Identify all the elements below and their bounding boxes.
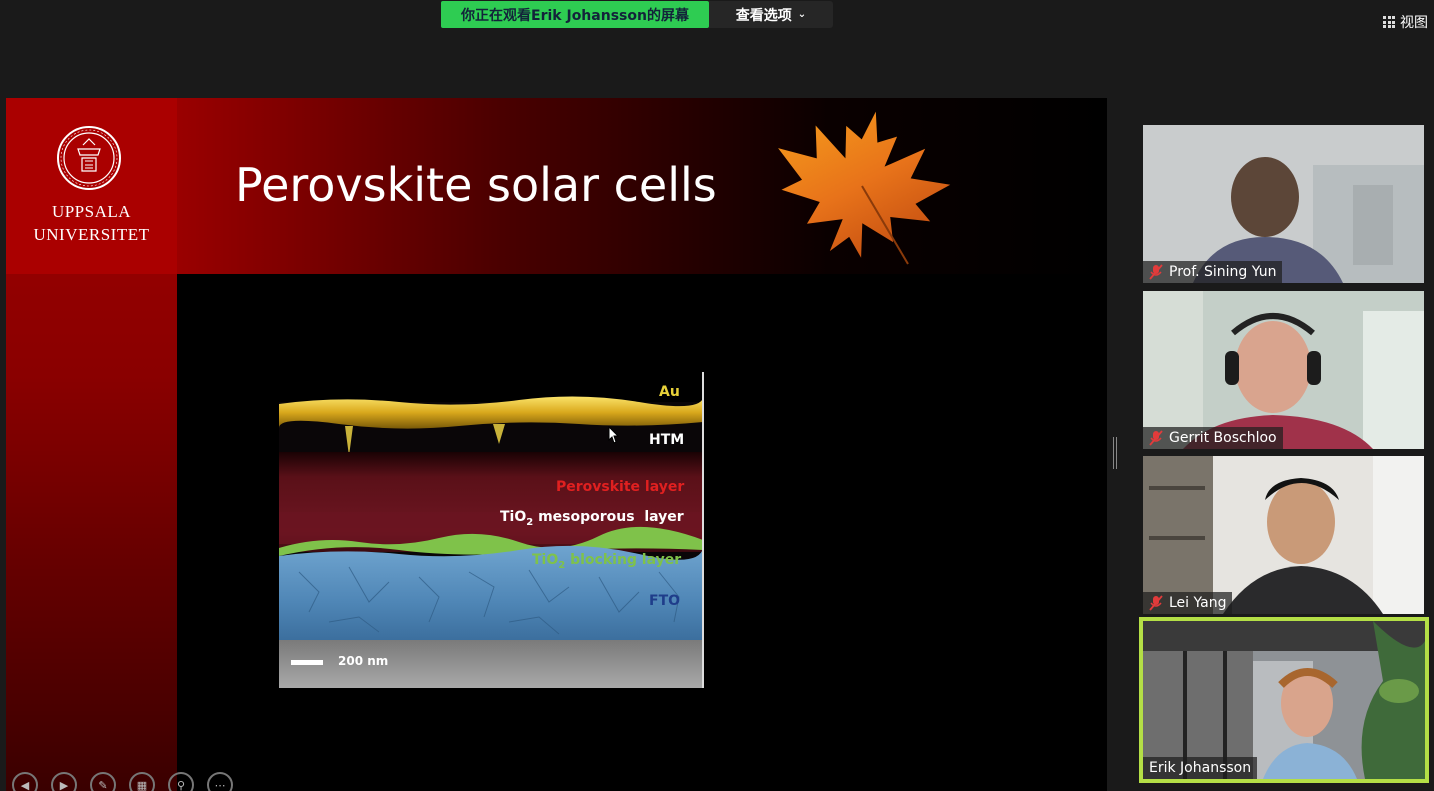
- participant-name: Prof. Sining Yun: [1169, 264, 1277, 280]
- sem-image-edge: [702, 372, 704, 688]
- sem-layers-graphic: [279, 372, 703, 688]
- label-scale-bar: 200 nm: [338, 654, 389, 668]
- participant-video: [1143, 456, 1424, 614]
- participant-tile[interactable]: Lei Yang: [1143, 456, 1424, 614]
- sem-cross-section-image: Au HTM Perovskite layer TiO2 mesoporous …: [279, 372, 703, 688]
- label-htm: HTM: [649, 432, 685, 448]
- participant-video: [1143, 621, 1425, 779]
- mic-muted-icon: [1149, 595, 1163, 611]
- mouse-cursor-icon: [608, 426, 620, 444]
- participant-name-tag: Prof. Sining Yun: [1143, 261, 1283, 283]
- participant-video: [1143, 125, 1424, 283]
- pen-icon[interactable]: ✎: [90, 772, 116, 791]
- participant-video: [1143, 291, 1424, 449]
- label-au: Au: [659, 384, 680, 400]
- all-slides-icon[interactable]: ▦: [129, 772, 155, 791]
- label-perovskite-layer: Perovskite layer: [556, 479, 685, 495]
- participant-tile[interactable]: Gerrit Boschloo: [1143, 291, 1424, 449]
- university-logo: UPPSALA UNIVERSITET: [6, 98, 177, 274]
- university-seal-icon: [57, 126, 121, 190]
- panel-resize-handle[interactable]: [1113, 437, 1117, 469]
- view-layout-button[interactable]: 视图: [1383, 10, 1428, 34]
- participant-name-tag: Gerrit Boschloo: [1143, 427, 1283, 449]
- screen-share-banner: 你正在观看Erik Johansson的屏幕: [441, 1, 709, 28]
- slide-title: Perovskite solar cells: [235, 158, 717, 212]
- grid-icon: [1383, 16, 1395, 28]
- label-tio2-blocking-layer: TiO2 blocking layer: [532, 552, 682, 571]
- participant-name: Lei Yang: [1169, 595, 1227, 611]
- label-tio2-mesoporous-layer: TiO2 mesoporous layer: [500, 509, 684, 528]
- zoom-icon[interactable]: ⚲: [168, 772, 194, 791]
- previous-slide-icon[interactable]: ◀: [12, 772, 38, 791]
- participant-name: Gerrit Boschloo: [1169, 430, 1277, 446]
- participant-tile[interactable]: Prof. Sining Yun: [1143, 125, 1424, 283]
- mic-muted-icon: [1149, 430, 1163, 446]
- view-layout-label: 视图: [1400, 15, 1428, 31]
- shared-screen-slide: UPPSALA UNIVERSITET Perovskite solar cel…: [6, 98, 1107, 791]
- maple-leaf-image: [778, 111, 951, 265]
- next-slide-icon[interactable]: ▶: [51, 772, 77, 791]
- logo-line-universitet: UNIVERSITET: [33, 225, 150, 244]
- participant-name-tag: Lei Yang: [1143, 592, 1233, 614]
- participant-name-tag: Erik Johansson: [1143, 757, 1258, 779]
- mic-muted-icon: [1149, 264, 1163, 280]
- logo-line-uppsala: UPPSALA: [51, 202, 132, 221]
- slideshow-controls: ◀ ▶ ✎ ▦ ⚲ ⋯: [12, 772, 233, 791]
- meeting-top-bar: 你正在观看Erik Johansson的屏幕 查看选项 ⌄ 视图: [0, 0, 1434, 96]
- participant-tile-active-speaker[interactable]: Erik Johansson: [1139, 617, 1429, 783]
- chevron-down-icon: ⌄: [797, 9, 807, 20]
- label-fto: FTO: [649, 593, 681, 609]
- participant-name: Erik Johansson: [1149, 760, 1252, 776]
- view-options-label: 查看选项: [735, 7, 792, 24]
- view-options-button[interactable]: 查看选项 ⌄: [709, 1, 833, 28]
- more-options-icon[interactable]: ⋯: [207, 772, 233, 791]
